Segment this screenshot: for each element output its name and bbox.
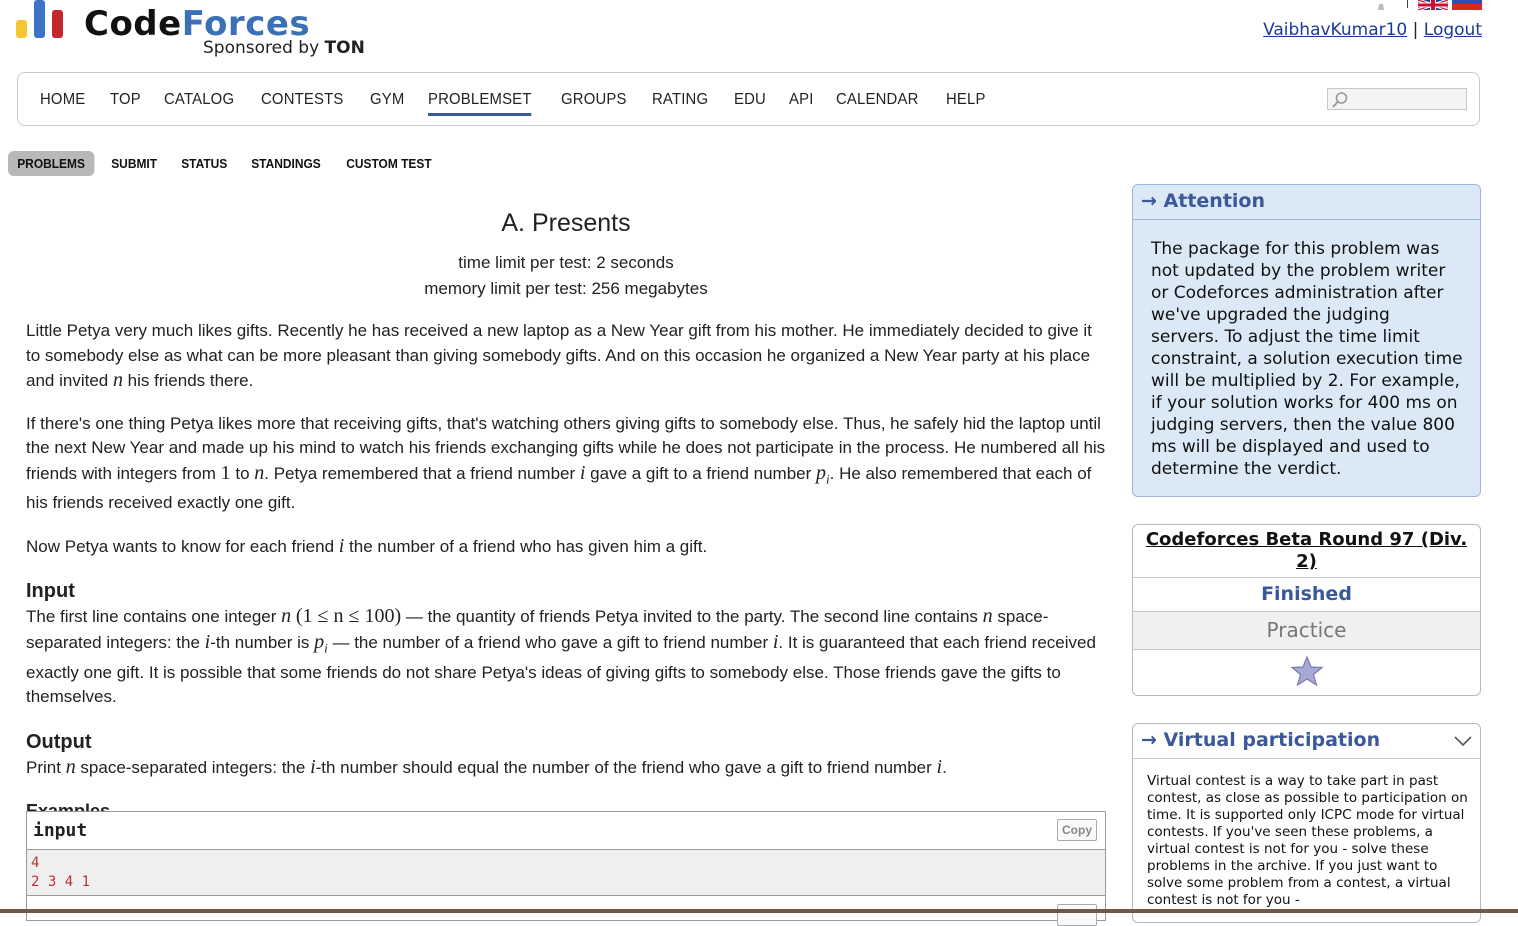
menu-item-gym[interactable]: GYM [370,91,404,116]
menu-item-rating[interactable]: RATING [652,91,708,116]
menu-item-home[interactable]: HOME [40,91,85,116]
logo-bar-yellow [16,20,27,38]
chevron-down-icon[interactable] [1452,730,1474,752]
virtual-participation-title: → Virtual participation [1133,724,1480,759]
output-section-title: Output [26,730,92,753]
output-text: -th number should equal the number of th… [315,757,937,777]
tab-problems[interactable]: PROBLEMS [8,151,95,176]
math-var: n [65,755,76,778]
magnifier-icon [1332,92,1348,108]
sponsor-line: Sponsored by TON [203,38,365,58]
input-text: -th number is [210,632,315,652]
contest-info-box: Codeforces Beta Round 97 (Div. 2) Finish… [1132,524,1481,696]
output-specification: Print n space-separated integers: the i-… [26,755,1108,781]
user-links-separator: | [1412,20,1419,40]
sample-input-header: input Copy [27,812,1105,850]
legend-paragraph-3: Now Petya wants to know for each friend … [26,534,1108,560]
logo-bar-blue [34,0,45,38]
attention-title: → Attention [1133,185,1480,220]
flag-ru-icon[interactable] [1452,0,1482,10]
tab-status[interactable]: STATUS [172,151,236,176]
menu-item-edu[interactable]: EDU [734,91,766,116]
legend-text: the number of a friend who has given him… [344,536,708,556]
tab-custom-test[interactable]: CUSTOM TEST [337,151,441,176]
logout-link[interactable]: Logout [1424,20,1482,40]
legend-text: . Petya remembered that a friend number [264,463,580,483]
legend-paragraph-1: Little Petya very much likes gifts. Rece… [26,319,1108,394]
sample-input-body: 4 2 3 4 1 [27,850,1105,896]
language-separator [1407,0,1408,8]
menu-item-groups[interactable]: GROUPS [561,91,627,116]
math-var: p [816,461,827,484]
output-text: . [942,757,947,777]
contest-status: Finished [1133,578,1480,612]
problem-statement: A. Presents time limit per test: 2 secon… [26,200,1108,822]
sample-input-label: input [33,820,88,841]
tab-submit[interactable]: SUBMIT [102,151,166,176]
input-text: — the quantity of friends Petya invited … [401,607,983,627]
math-number: 1 [220,461,231,484]
codeforces-logo[interactable]: CodeForces Sponsored by TON [16,0,376,62]
copy-button[interactable]: Copy [1057,819,1097,841]
math-constraint: (1 ≤ n ≤ 100) [295,605,402,628]
sample-line: 2 3 4 1 [31,874,91,890]
math-var: n [982,605,993,628]
menu-item-api[interactable]: API [789,91,814,116]
menu-item-top[interactable]: TOP [110,91,141,116]
favourite-star[interactable] [1133,650,1480,695]
copy-output-button[interactable] [1057,904,1097,926]
sponsor-name: TON [324,38,365,58]
legend-text: Now Petya wants to know for each friend [26,536,339,556]
logo-bar-red [52,10,63,38]
main-menu: HOME TOP CATALOG CONTESTS GYM PROBLEMSET… [17,72,1480,126]
output-text: Print [26,757,66,777]
input-specification: The first line contains one integer n (1… [26,604,1108,709]
math-var: n [112,369,123,391]
menu-item-problemset[interactable]: PROBLEMSET [428,91,532,116]
input-section-title: Input [26,580,75,603]
user-links: VaibhavKumar10 | Logout [1263,20,1482,40]
virtual-participation-box: → Virtual participation Virtual contest … [1132,723,1481,923]
virtual-participation-label: → Virtual participation [1141,729,1381,751]
time-limit: time limit per test: 2 seconds [458,253,674,272]
menu-item-calendar[interactable]: CALENDAR [836,91,919,116]
window-bottom-edge [0,909,1518,913]
memory-limit: memory limit per test: 256 megabytes [424,279,708,298]
contest-link[interactable]: Codeforces Beta Round 97 (Div. 2) [1146,529,1467,572]
contest-phase: Practice [1133,612,1480,650]
sponsor-prefix: Sponsored by [203,38,320,58]
language-selector [1332,0,1482,12]
legend-text: to [230,463,255,483]
sample-line: 4 [31,855,40,871]
profile-link[interactable]: VaibhavKumar10 [1263,20,1407,40]
sample-test: input Copy 4 2 3 4 1 [26,811,1106,926]
attention-text: The package for this problem was not upd… [1151,239,1463,479]
flag-en-icon[interactable] [1418,0,1448,10]
main-menu-list: HOME TOP CATALOG CONTESTS GYM PROBLEMSET… [40,91,1010,116]
contest-name: Codeforces Beta Round 97 (Div. 2) [1133,525,1480,578]
legend-paragraph-2: If there's one thing Petya likes more th… [26,412,1108,516]
tab-standings[interactable]: STANDINGS [242,151,330,176]
menu-item-catalog[interactable]: CATALOG [164,91,234,116]
math-var: n [254,461,265,484]
virtual-participation-text: Virtual contest is a way to take part in… [1147,773,1468,908]
output-text: space-separated integers: the [75,757,311,777]
pawn-icon [1378,4,1384,10]
math-var: n [281,605,292,628]
star-icon [1289,655,1324,687]
search-input[interactable] [1327,88,1467,110]
logo-word-code: Code [84,4,182,44]
input-text: — the number of a friend who gave a gift… [327,632,773,652]
second-level-menu: PROBLEMS SUBMIT STATUS STANDINGS CUSTOM … [8,151,450,176]
menu-item-help[interactable]: HELP [946,91,986,116]
legend-text: gave a gift to a friend number [585,463,817,483]
attention-box: → Attention The package for this problem… [1132,184,1481,497]
input-text: The first line contains one integer [26,607,282,627]
legend-text: his friends there. [122,371,254,390]
problem-title: A. Presents [501,209,631,237]
math-var: p [314,630,325,653]
menu-item-contests[interactable]: CONTESTS [261,91,344,116]
